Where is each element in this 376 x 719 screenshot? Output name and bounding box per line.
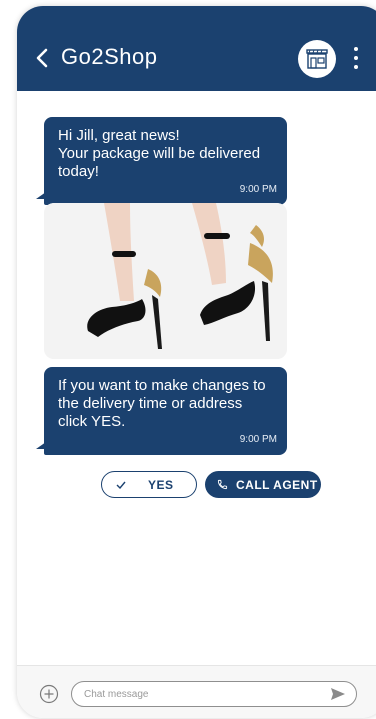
- heeled-sandals-photo: [44, 203, 287, 359]
- check-icon: [116, 481, 126, 489]
- message-text: If you want to make changes to the deliv…: [58, 377, 266, 430]
- call-agent-button[interactable]: CALL AGENT: [205, 471, 321, 498]
- composer-bar: [17, 665, 376, 718]
- message-time: 9:00 PM: [239, 184, 277, 195]
- chevron-left-icon[interactable]: [35, 48, 49, 68]
- product-image[interactable]: [44, 203, 287, 359]
- send-icon[interactable]: [330, 687, 346, 701]
- chat-screen: Go2Shop Hi Jill, great news! Your packag…: [17, 6, 376, 718]
- more-vertical-icon[interactable]: [352, 44, 360, 74]
- message-bubble: If you want to make changes to the deliv…: [36, 367, 287, 455]
- chat-title: Go2Shop: [61, 44, 158, 69]
- yes-label: YES: [148, 477, 174, 492]
- message-time: 9:00 PM: [239, 434, 277, 445]
- app-bar: Go2Shop: [17, 6, 376, 91]
- avatar[interactable]: [298, 40, 336, 78]
- message-bubble: Hi Jill, great news! Your package will b…: [36, 117, 287, 205]
- store-icon: [306, 49, 328, 69]
- call-agent-label: CALL AGENT: [236, 477, 318, 492]
- suggestion-chips: YES CALL AGENT: [101, 471, 321, 498]
- phone-icon: [217, 479, 228, 490]
- message-input[interactable]: [71, 681, 357, 707]
- yes-button[interactable]: YES: [101, 471, 197, 498]
- message-text: Hi Jill, great news! Your package will b…: [58, 127, 261, 180]
- add-circle-icon[interactable]: [39, 684, 59, 704]
